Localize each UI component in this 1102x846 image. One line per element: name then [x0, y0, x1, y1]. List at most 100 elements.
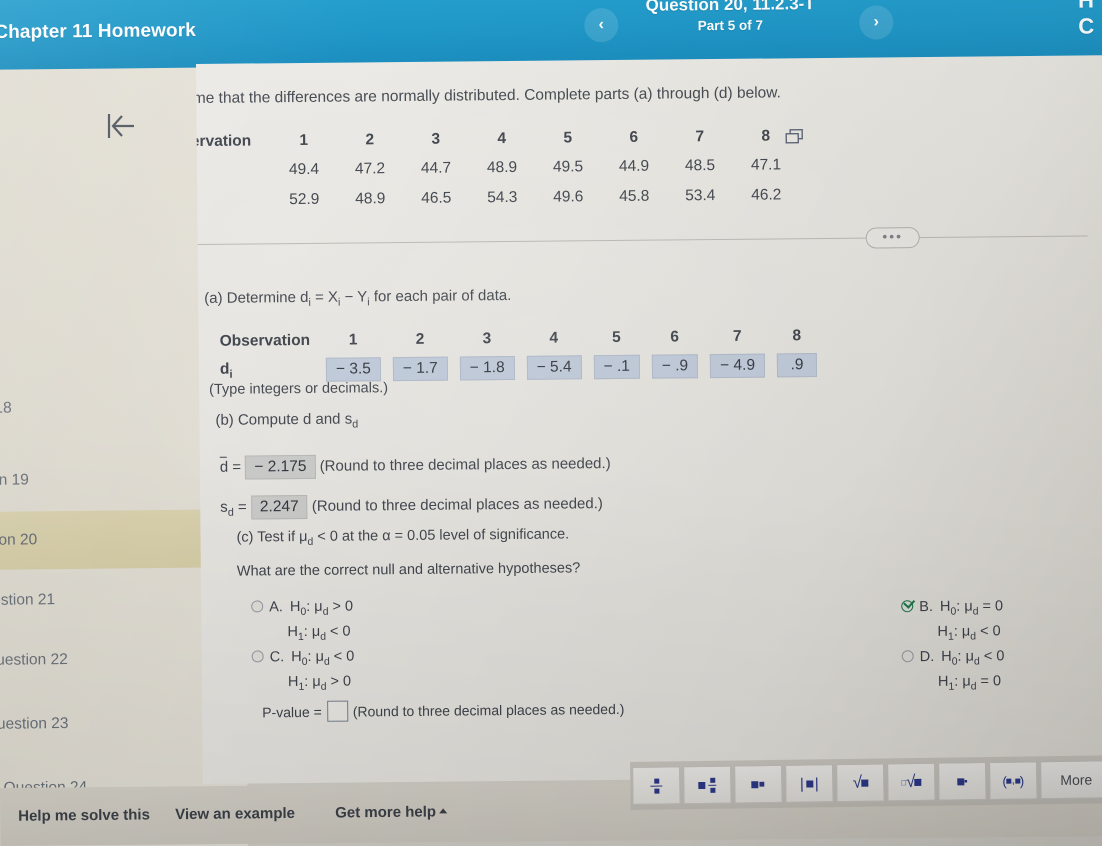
choice-c-h1-sym: H [287, 673, 299, 691]
d-input-6[interactable]: − .9 [651, 354, 699, 379]
dbar-equals: = [232, 458, 242, 476]
d-input-2[interactable]: − 1.7 [392, 356, 448, 382]
xy-data-table: Observation 1 2 3 4 5 6 7 8 Xi 49.4 47.2… [196, 122, 799, 216]
y-2: 48.9 [355, 190, 386, 208]
dbar-input[interactable]: − 2.175 [245, 454, 316, 480]
part-b-prompt-text: (b) Compute d and s [215, 410, 353, 429]
more-options-ellipsis-icon[interactable]: ••• [865, 227, 920, 249]
d-input-8[interactable]: .9 [776, 353, 818, 378]
pvalue-input[interactable] [326, 700, 348, 722]
choice-b-h0-op: = 0 [978, 598, 1004, 615]
choice-a-h1-sym: H [287, 623, 299, 641]
d-input-4[interactable]: − 5.4 [526, 355, 582, 380]
choice-option-c[interactable]: C. H0: μd < 0 H1: μd > 0 [251, 649, 355, 694]
choice-d-h0-rest: : μ [957, 648, 975, 665]
problem-intro: Assume that the differences are normally… [196, 84, 781, 108]
pvalue-label: P-value = [262, 703, 322, 721]
y-5: 49.6 [553, 188, 584, 206]
choice-c-h1-rest: : μ [304, 673, 321, 690]
exponent-icon[interactable]: ■ [734, 764, 783, 804]
d-obs-4: 4 [549, 329, 559, 347]
label-x: Xi [196, 155, 271, 186]
part-c-prompt-pre: (c) Test if μ [236, 528, 308, 546]
math-input-toolbar: ■ | | √ □ √ ▪ (,) More [630, 755, 1102, 810]
course-title: Chapter 11 Homework [0, 20, 196, 43]
more-math-tools-button[interactable]: More [1040, 760, 1102, 800]
d-obs-2: 2 [415, 330, 425, 348]
section-divider [196, 235, 1088, 246]
d-obs-1: 1 [348, 331, 358, 349]
choice-a-h0: H0: μd > 0 [290, 598, 354, 618]
choice-option-b-selected[interactable]: B. H0: μd = 0 H1: μd < 0 [901, 598, 1003, 643]
choice-b-h0-rest: : μ [956, 598, 973, 615]
choice-b-label: B. [919, 598, 934, 616]
choice-a-label: A. [269, 599, 283, 616]
choice-b-h0-sym: H [939, 598, 951, 615]
part-a-prompt-end: for each pair of data. [369, 286, 512, 306]
table-row-d-values: di − 3.5 − 1.7 − 1.8 − 5.4 − .1 − .9 − 4… [219, 352, 818, 384]
caret-up-icon [438, 808, 448, 814]
copy-icon[interactable] [785, 128, 805, 151]
next-question-button[interactable]: › [859, 5, 894, 40]
choice-a-h1-rest: : μ [303, 623, 321, 640]
radio-d-icon[interactable] [901, 650, 914, 663]
photographed-screen: 6 17 n 18 tion 19 stion 20 uestion 21 Qu… [0, 0, 1102, 846]
d-input-5[interactable]: − .1 [593, 354, 640, 380]
part-a-prompt-suffix: − Y [340, 288, 368, 306]
get-more-help-link[interactable]: Get more help [335, 803, 448, 822]
radio-a-icon[interactable] [251, 600, 264, 613]
subscript-icon[interactable]: ▪ [938, 762, 987, 801]
label-y: Yi [196, 185, 271, 216]
choice-c-h0-sym: H [291, 649, 302, 666]
question-part-label: Part 5 of 7 [697, 17, 764, 34]
d-input-3[interactable]: − 1.8 [459, 355, 515, 381]
d-obs-5: 5 [612, 328, 621, 347]
radio-b-checked-icon[interactable] [901, 600, 914, 613]
view-an-example-link[interactable]: View an example [175, 805, 295, 823]
d-input-1[interactable]: − 3.5 [325, 357, 381, 382]
square-root-icon[interactable]: √ [836, 763, 885, 803]
dbar-row: d = − 2.175 (Round to three decimal plac… [220, 452, 611, 480]
part-a-prompt-prefix: (a) Determine d [204, 288, 309, 307]
sd-row: sd = 2.247 (Round to three decimal place… [220, 492, 603, 520]
choice-a-h0-op: > 0 [328, 598, 354, 615]
x-3: 44.7 [420, 159, 452, 177]
d-input-7[interactable]: − 4.9 [710, 353, 766, 379]
obs-2: 2 [365, 131, 375, 149]
help-links-bar: Help me solve this View an example Get m… [0, 791, 640, 846]
part-c-prompt-post: < 0 at the α = 0.05 level of significanc… [313, 526, 570, 545]
absolute-value-icon[interactable]: | | [785, 764, 834, 803]
choice-option-d[interactable]: D. H0: μd < 0 H1: μd = 0 [901, 648, 1005, 693]
sd-note: (Round to three decimal places as needed… [311, 495, 603, 515]
choice-d-h0-op: < 0 [979, 648, 1005, 665]
x-4: 48.9 [486, 158, 518, 177]
ordered-pair-icon[interactable]: (,) [989, 761, 1038, 800]
radio-c-icon[interactable] [251, 650, 264, 663]
help-me-solve-this-link[interactable]: Help me solve this [18, 806, 150, 824]
question-header-center: Question 20, 11.2.3-T Part 5 of 7 [580, 0, 880, 34]
choice-c-h1-op: > 0 [326, 673, 352, 690]
d-obs-7: 7 [732, 327, 742, 345]
nth-root-icon[interactable]: □ √ [887, 762, 936, 802]
sd-input[interactable]: 2.247 [250, 494, 308, 520]
choice-d-h1-sym: H [937, 673, 949, 690]
obs-5: 5 [563, 129, 573, 147]
obs-1: 1 [299, 131, 309, 150]
sd-label-sub: d [227, 506, 234, 519]
choice-option-a[interactable]: A. H0: μd > 0 H1: μd < 0 [251, 599, 353, 644]
y-3: 46.5 [421, 189, 452, 207]
part-a-prompt-body: = X [310, 288, 339, 306]
x-8: 47.1 [750, 156, 782, 174]
get-more-help-label: Get more help [335, 803, 437, 822]
sd-equals: = [237, 498, 247, 516]
label-observation-a: Observation [219, 331, 311, 350]
table-row-y: Yi 52.9 48.9 46.5 54.3 49.6 45.8 53.4 46… [196, 180, 799, 216]
choice-d-h1: H1: μd = 0 [902, 673, 1005, 693]
choice-d-h0: H0: μd < 0 [941, 648, 1005, 667]
choice-a-h1-op: < 0 [325, 623, 351, 640]
back-to-start-icon[interactable] [100, 108, 142, 144]
label-observation: Observation [196, 132, 252, 151]
choice-c-label: C. [269, 649, 285, 666]
d-obs-6: 6 [670, 328, 680, 346]
mixed-number-icon[interactable] [683, 765, 732, 805]
